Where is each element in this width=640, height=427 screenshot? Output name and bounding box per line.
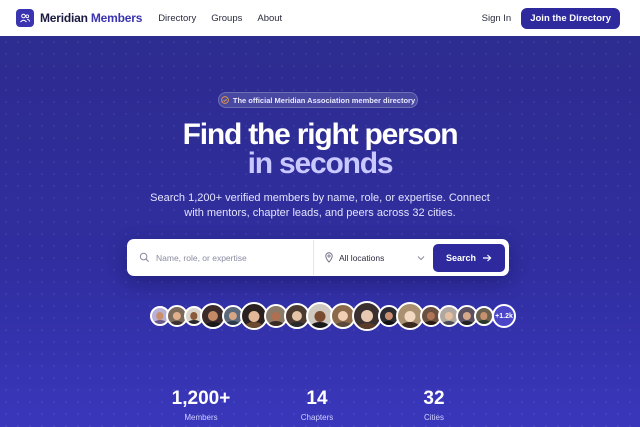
nav-link-groups[interactable]: Groups xyxy=(211,13,242,24)
badge-text: The official Meridian Association member… xyxy=(232,95,416,105)
chevron-down-icon[interactable] xyxy=(417,255,425,261)
stat-members: 1,200+ Members xyxy=(156,389,246,422)
stat-label: Members xyxy=(184,413,218,422)
hero-subtitle: Search 1,200+ verified members by name, … xyxy=(150,192,490,219)
sign-in-link[interactable]: Sign In xyxy=(482,13,512,24)
official-badge: The official Meridian Association member… xyxy=(218,92,418,108)
stat-chapters: 14 Chapters xyxy=(272,389,362,422)
search-divider xyxy=(313,240,314,275)
search-bar: Name, role, or expertise All locations S… xyxy=(127,239,509,276)
stat-value: 14 xyxy=(306,388,328,409)
verified-check-icon xyxy=(221,96,229,104)
search-button[interactable]: Search xyxy=(433,243,505,272)
stat-label: Cities xyxy=(423,413,444,422)
arrow-right-icon xyxy=(483,254,492,261)
location-pin-icon xyxy=(325,252,333,263)
more-members-badge: +1.2k xyxy=(492,304,516,328)
brand[interactable]: Meridian Members xyxy=(16,9,142,27)
nav-link-about[interactable]: About xyxy=(257,13,282,24)
brand-name: Meridian Members xyxy=(40,11,143,25)
location-select[interactable]: All locations xyxy=(339,253,417,263)
search-icon xyxy=(139,252,150,263)
stat-cities: 32 Cities xyxy=(389,389,479,422)
stat-value: 32 xyxy=(423,388,445,409)
search-input[interactable]: Name, role, or expertise xyxy=(156,253,307,263)
nav-link-directory[interactable]: Directory xyxy=(158,13,196,24)
stat-label: Chapters xyxy=(300,413,334,422)
people-icon xyxy=(16,9,34,27)
avatar xyxy=(474,306,494,326)
member-avatars: +1.2k xyxy=(150,301,516,331)
hero-section: The official Meridian Association member… xyxy=(0,36,640,427)
search-button-label: Search xyxy=(445,252,477,263)
hero-title-line2: in seconds xyxy=(247,147,394,180)
top-nav: Meridian Members Directory Groups About … xyxy=(0,0,640,36)
hero-title-line1: Find the right person xyxy=(182,118,459,151)
stat-value: 1,200+ xyxy=(171,388,231,409)
join-directory-button[interactable]: Join the Directory xyxy=(521,7,620,29)
